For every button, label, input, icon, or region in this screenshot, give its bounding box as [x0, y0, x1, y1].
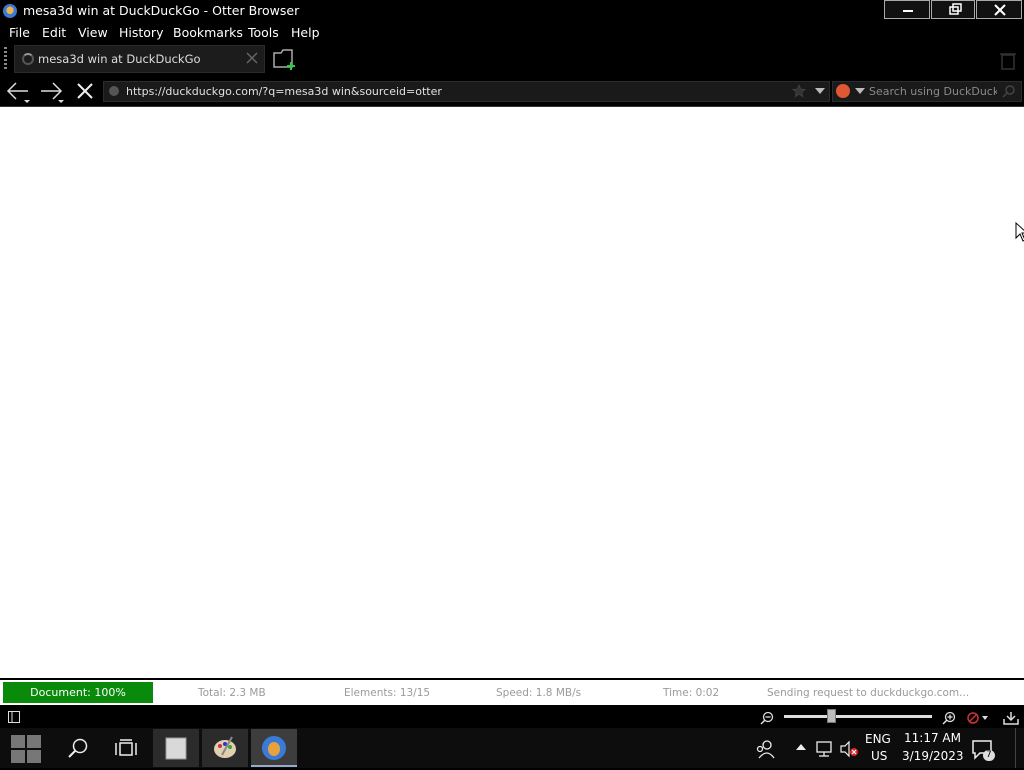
search-input[interactable]	[869, 84, 997, 99]
notification-badge: 7	[983, 750, 995, 761]
new-tab-icon[interactable]	[272, 47, 298, 71]
menu-help[interactable]: Help	[291, 25, 320, 40]
taskbar-app-otter[interactable]	[251, 729, 297, 767]
chevron-down-icon[interactable]	[813, 84, 827, 98]
zoom-slider-handle[interactable]	[827, 709, 837, 723]
close-icon	[994, 4, 1006, 16]
window-title: mesa3d win at DuckDuckGo - Otter Browser	[23, 3, 300, 18]
tab-title: mesa3d win at DuckDuckGo	[38, 52, 201, 66]
zoom-out-icon[interactable]	[760, 711, 774, 725]
progress-label: Document: 100%	[30, 686, 126, 699]
duckduckgo-icon[interactable]	[836, 84, 850, 98]
zoom-in-icon[interactable]	[942, 711, 956, 725]
people-icon[interactable]	[754, 739, 776, 759]
taskbar-search-icon[interactable]	[66, 737, 90, 761]
restore-icon	[949, 3, 962, 15]
chevron-up-icon[interactable]	[795, 742, 807, 752]
menu-edit[interactable]: Edit	[42, 25, 66, 40]
toolbar-grip[interactable]	[4, 47, 7, 71]
content-blocking-icon[interactable]	[966, 711, 990, 725]
status-message: Sending request to duckduckgo.com...	[767, 687, 970, 699]
page-content[interactable]	[0, 107, 1024, 678]
menu-history[interactable]: History	[119, 25, 163, 40]
tab-close-icon[interactable]	[245, 51, 259, 65]
minimize-icon	[903, 10, 913, 12]
minimize-button[interactable]	[884, 0, 930, 19]
mouse-cursor-icon	[1015, 222, 1024, 242]
address-input[interactable]	[126, 84, 776, 99]
forward-arrow-icon[interactable]	[38, 80, 68, 104]
otter-browser-icon	[262, 736, 286, 760]
sidebar-toggle-icon[interactable]	[8, 711, 20, 723]
trash-icon[interactable]	[996, 49, 1020, 71]
restore-button[interactable]	[931, 0, 975, 19]
paint-icon	[214, 736, 236, 758]
site-info-icon[interactable]	[108, 85, 120, 97]
menu-tools[interactable]: Tools	[248, 25, 279, 40]
total-size: Total: 2.3 MB	[198, 687, 266, 699]
download-speed: Speed: 1.8 MB/s	[496, 687, 582, 699]
zoom-slider[interactable]	[784, 715, 932, 718]
stop-icon[interactable]	[74, 80, 96, 102]
task-view-icon[interactable]	[114, 737, 138, 761]
menu-view[interactable]: View	[78, 25, 108, 40]
notepad-icon	[165, 737, 187, 760]
language-indicator[interactable]: ENG	[865, 732, 891, 746]
show-desktop-button[interactable]	[1015, 728, 1024, 768]
network-icon[interactable]	[815, 740, 835, 758]
clock-date[interactable]: 3/19/2023	[902, 749, 964, 763]
loading-spinner-icon	[22, 53, 34, 65]
taskbar-app-paint[interactable]	[202, 729, 248, 767]
language-region[interactable]: US	[871, 749, 887, 763]
menu-file[interactable]: File	[9, 25, 30, 40]
windows-start-icon[interactable]	[10, 734, 42, 764]
back-arrow-icon[interactable]	[4, 80, 34, 104]
elements-count: Elements: 13/15	[344, 687, 431, 699]
search-icon[interactable]	[1002, 84, 1016, 98]
close-button[interactable]	[976, 0, 1022, 19]
volume-muted-icon[interactable]	[839, 740, 859, 758]
otter-browser-icon	[3, 4, 17, 18]
menu-bookmarks[interactable]: Bookmarks	[173, 25, 243, 40]
elapsed-time: Time: 0:02	[663, 687, 720, 699]
bookmark-star-icon[interactable]	[792, 84, 806, 98]
clock-time[interactable]: 11:17 AM	[904, 731, 961, 745]
taskbar-app-notepad[interactable]	[153, 729, 199, 767]
search-engine-dropdown-icon[interactable]	[854, 86, 866, 96]
transfers-icon[interactable]	[1003, 711, 1019, 725]
